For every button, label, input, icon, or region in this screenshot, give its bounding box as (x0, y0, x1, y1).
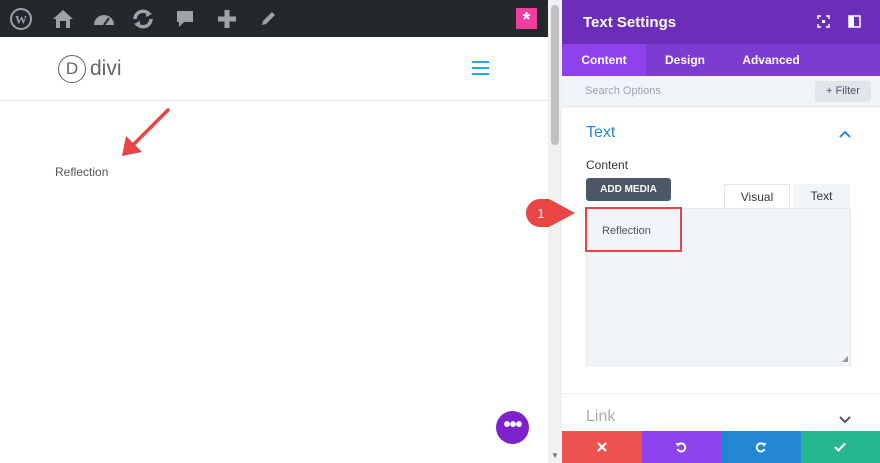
logo-letter[interactable]: D (58, 55, 86, 83)
comments-icon[interactable] (173, 7, 197, 31)
redo-button[interactable] (721, 431, 801, 463)
tab-design[interactable]: Design (646, 44, 724, 76)
panel-tabs: Content Design Advanced (562, 44, 880, 76)
cancel-button[interactable] (562, 431, 642, 463)
panel-title: Text Settings (583, 14, 677, 31)
content-label: Content (586, 158, 629, 172)
editor-tab-text[interactable]: Text (793, 184, 850, 208)
checkmark-icon (834, 442, 847, 452)
search-options-bar: Search Options + Filter (562, 76, 880, 107)
undo-button[interactable] (641, 431, 721, 463)
resize-handle-icon[interactable]: ◢ (842, 354, 848, 363)
add-media-button[interactable]: ADD MEDIA (586, 178, 671, 201)
divi-builder-icon[interactable]: * (516, 8, 537, 31)
close-icon (596, 442, 607, 452)
logo-text[interactable]: divi (90, 57, 122, 81)
filter-button[interactable]: + Filter (815, 81, 871, 102)
search-options-input[interactable]: Search Options (585, 85, 661, 97)
edit-pencil-icon[interactable] (256, 7, 280, 31)
tab-content[interactable]: Content (562, 44, 646, 76)
save-button[interactable] (800, 431, 880, 463)
chevron-down-icon[interactable] (839, 416, 851, 424)
link-section[interactable]: Link (562, 393, 880, 431)
step-badge: 1 (526, 199, 575, 227)
redo-icon (755, 442, 767, 453)
page-settings-button[interactable]: ••• (496, 411, 529, 444)
new-content-icon[interactable] (215, 7, 239, 31)
step-badge-number: 1 (537, 206, 544, 221)
link-section-title: Link (586, 408, 616, 425)
editor-tab-visual[interactable]: Visual (724, 184, 790, 208)
tab-advanced[interactable]: Advanced (724, 44, 818, 76)
scrollbar-thumb[interactable] (551, 5, 559, 145)
action-bar (562, 431, 880, 463)
scroll-down-arrow-icon[interactable]: ▼ (551, 451, 559, 460)
wp-admin-bar: W * (0, 0, 548, 37)
menu-icon[interactable] (472, 61, 489, 75)
highlight-box (585, 207, 682, 252)
text-module[interactable]: Reflection (55, 165, 108, 179)
red-arrow-icon (122, 108, 170, 156)
site-header: D divi (0, 37, 548, 101)
expand-icon[interactable] (817, 15, 830, 28)
panel-header: Text Settings (562, 0, 880, 44)
chevron-up-icon[interactable] (839, 130, 851, 138)
my-sites-icon[interactable] (51, 7, 75, 31)
dock-panel-icon[interactable] (848, 15, 861, 28)
svg-text:W: W (15, 13, 27, 27)
dashboard-icon[interactable] (92, 7, 116, 31)
section-title[interactable]: Text (586, 124, 615, 142)
undo-icon (675, 442, 687, 453)
wordpress-logo-icon[interactable]: W (9, 7, 33, 31)
updates-icon[interactable] (131, 7, 155, 31)
